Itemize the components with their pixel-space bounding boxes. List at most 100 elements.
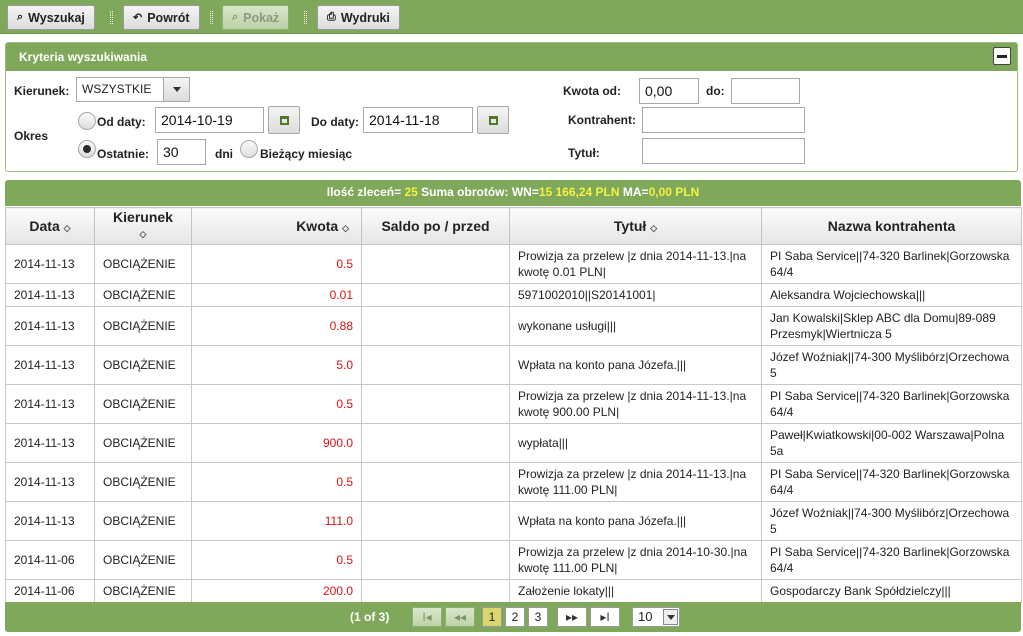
column-header-title[interactable]: Tytuł ◇ — [509, 207, 762, 245]
cell-direction: OBCIĄŻENIE — [94, 462, 192, 502]
cell-contractor: Paweł|Kwiatkowski|00-002 Warszawa|Polna … — [761, 423, 1022, 463]
direction-select-value: WSZYSTKIE — [82, 82, 152, 96]
page-3-button[interactable]: 3 — [528, 607, 548, 627]
cell-amount: 0.5 — [191, 462, 362, 502]
table-row[interactable]: 2014-11-13 OBCIĄŻENIE 111.0 Wpłata na ko… — [5, 501, 1022, 541]
sort-icon[interactable]: ◇ — [64, 223, 71, 233]
cell-title: Wpłata na konto pana Józefa.||| — [509, 501, 762, 541]
column-header-direction[interactable]: Kierunek ◇ — [94, 207, 192, 245]
from-date-input[interactable]: 2014-10-19 — [155, 107, 264, 133]
cell-contractor: Aleksandra Wojciechowska||| — [761, 283, 1022, 307]
cell-date: 2014-11-13 — [5, 306, 95, 346]
show-button[interactable]: ⌕ Pokaż — [222, 5, 290, 30]
back-button-label: Powrót — [147, 10, 190, 25]
cell-amount: 0.5 — [191, 540, 362, 580]
contractor-label: Kontrahent: — [568, 113, 636, 127]
cell-balance — [361, 345, 510, 385]
chevron-down-icon[interactable] — [663, 609, 678, 625]
table-row[interactable]: 2014-11-06 OBCIĄŻENIE 200.0 Założenie lo… — [5, 579, 1022, 603]
from-date-label: Od daty: — [97, 115, 146, 129]
prev-page-button[interactable]: ◂◂ — [445, 607, 475, 627]
cell-direction: OBCIĄŻENIE — [94, 579, 192, 603]
last-page-button[interactable]: ▸I — [590, 607, 620, 627]
column-header-amount[interactable]: Kwota ◇ — [191, 207, 362, 245]
cell-contractor: Gospodarczy Bank Spółdzielczy||| — [761, 579, 1022, 603]
table-row[interactable]: 2014-11-13 OBCIĄŻENIE 0.88 wykonane usłu… — [5, 306, 1022, 346]
contractor-input[interactable] — [642, 107, 805, 133]
first-page-button[interactable]: I◂ — [412, 607, 442, 627]
amount-to-label: do: — [706, 84, 725, 98]
chevron-down-icon[interactable] — [163, 78, 189, 101]
cell-amount: 5.0 — [191, 345, 362, 385]
prints-button[interactable]: ⎙ Wydruki — [317, 5, 400, 30]
cell-direction: OBCIĄŻENIE — [94, 345, 192, 385]
cell-date: 2014-11-13 — [5, 283, 95, 307]
cell-amount: 111.0 — [191, 501, 362, 541]
pagination-bar: (1 of 3) I◂ ◂◂ 1 2 3 ▸▸ ▸I 10 — [5, 602, 1021, 632]
page-2-button[interactable]: 2 — [505, 607, 525, 627]
cell-date: 2014-11-13 — [5, 345, 95, 385]
table-row[interactable]: 2014-11-13 OBCIĄŻENIE 5.0 Wpłata na kont… — [5, 345, 1022, 385]
sort-icon[interactable]: ◇ — [650, 223, 657, 233]
table-row[interactable]: 2014-11-13 OBCIĄŻENIE 0.5 Prowizja za pr… — [5, 462, 1022, 502]
cell-contractor: PI Saba Service||74-320 Barlinek|Gorzows… — [761, 462, 1022, 502]
cell-balance — [361, 244, 510, 284]
cell-title: 5971002010||S20141001| — [509, 283, 762, 307]
current-month-radio[interactable] — [240, 140, 258, 158]
cell-title: Prowizja za przelew |z dnia 2014-10-30.|… — [509, 540, 762, 580]
cell-direction: OBCIĄŻENIE — [94, 244, 192, 284]
calendar-icon[interactable] — [477, 106, 509, 134]
cell-balance — [361, 579, 510, 603]
title-label: Tytuł: — [568, 146, 600, 160]
table-row[interactable]: 2014-11-13 OBCIĄŻENIE 0.5 Prowizja za pr… — [5, 384, 1022, 424]
amount-to-input[interactable] — [731, 78, 800, 104]
cell-direction: OBCIĄŻENIE — [94, 501, 192, 541]
table-row[interactable]: 2014-11-06 OBCIĄŻENIE 0.5 Prowizja za pr… — [5, 540, 1022, 580]
cell-title: wypłata||| — [509, 423, 762, 463]
toolbar: ⌕ Wyszukaj ↶ Powrót ⌕ Pokaż ⎙ Wydruki — [0, 0, 1023, 34]
cell-title: Wpłata na konto pana Józefa.||| — [509, 345, 762, 385]
to-date-label: Do daty: — [311, 115, 359, 129]
rows-per-page-select[interactable]: 10 — [632, 607, 680, 627]
cell-amount: 0.01 — [191, 283, 362, 307]
next-page-button[interactable]: ▸▸ — [557, 607, 587, 627]
table-row[interactable]: 2014-11-13 OBCIĄŻENIE 900.0 wypłata||| P… — [5, 423, 1022, 463]
sort-icon[interactable]: ◇ — [342, 223, 349, 233]
cell-amount: 0.5 — [191, 244, 362, 284]
amount-from-input[interactable]: 0,00 — [639, 78, 699, 104]
page-1-button[interactable]: 1 — [482, 607, 502, 627]
prints-button-label: Wydruki — [340, 10, 390, 25]
search-button-label: Wyszukaj — [28, 10, 85, 25]
toolbar-separator — [304, 11, 307, 24]
cell-title: Prowizja za przelew |z dnia 2014-11-13.|… — [509, 244, 762, 284]
amount-from-label: Kwota od: — [563, 84, 621, 98]
panel-title: Kryteria wyszukiwania — [19, 50, 148, 64]
period-label: Okres — [14, 129, 49, 143]
wn-value: 15 166,24 PLN — [538, 185, 620, 199]
cell-balance — [361, 501, 510, 541]
table-row[interactable]: 2014-11-13 OBCIĄŻENIE 0.5 Prowizja za pr… — [5, 244, 1022, 284]
orders-count-value: 25 — [404, 185, 418, 199]
cell-date: 2014-11-13 — [5, 501, 95, 541]
cell-direction: OBCIĄŻENIE — [94, 384, 192, 424]
collapse-icon[interactable] — [993, 47, 1011, 65]
cell-direction: OBCIĄŻENIE — [94, 423, 192, 463]
cell-balance — [361, 384, 510, 424]
from-date-radio[interactable] — [78, 112, 96, 130]
search-button[interactable]: ⌕ Wyszukaj — [7, 5, 95, 30]
direction-select[interactable]: WSZYSTKIE — [76, 77, 190, 102]
column-header-date[interactable]: Data ◇ — [5, 207, 95, 245]
cell-date: 2014-11-13 — [5, 423, 95, 463]
last-days-radio[interactable] — [78, 140, 96, 158]
last-days-input[interactable]: 30 — [157, 139, 206, 165]
toolbar-separator — [210, 11, 213, 24]
table-row[interactable]: 2014-11-13 OBCIĄŻENIE 0.01 5971002010||S… — [5, 283, 1022, 307]
panel-header: Kryteria wyszukiwania — [6, 43, 1017, 71]
back-button[interactable]: ↶ Powrót — [123, 5, 200, 30]
calendar-icon[interactable] — [268, 106, 300, 134]
wn-label: WN= — [511, 185, 539, 199]
to-date-input[interactable]: 2014-11-18 — [363, 107, 473, 133]
sort-icon[interactable]: ◇ — [140, 229, 147, 239]
title-input[interactable] — [642, 138, 805, 164]
ma-value: 0,00 PLN — [648, 185, 700, 199]
